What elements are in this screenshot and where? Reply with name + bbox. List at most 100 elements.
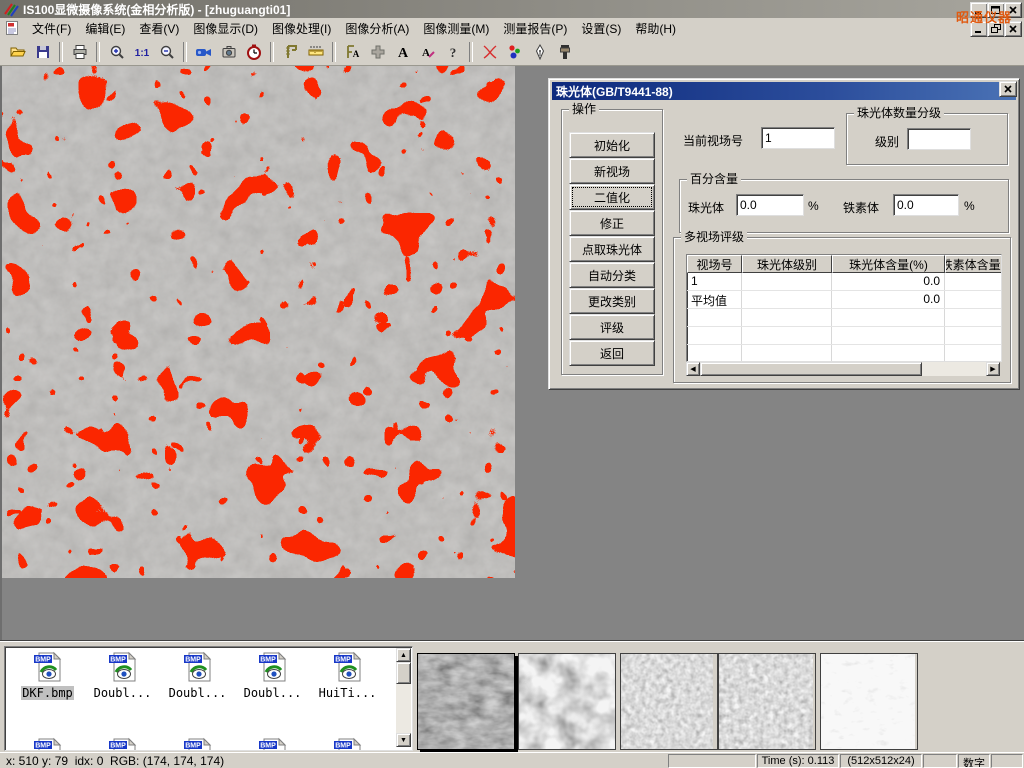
classify-button[interactable] bbox=[502, 40, 527, 63]
cell-ferrite-content bbox=[945, 273, 1002, 290]
text-edit-button[interactable]: A bbox=[415, 40, 440, 63]
header-ferrite-content[interactable]: 铁素体含量(%) bbox=[945, 255, 1002, 273]
menu-image-processing[interactable]: 图像处理(I) bbox=[265, 18, 338, 39]
mdi-restore-button[interactable] bbox=[987, 21, 1005, 37]
thumbnail-3[interactable] bbox=[620, 653, 718, 750]
maximize-button[interactable] bbox=[987, 2, 1005, 18]
change-class-button[interactable]: 更改类别 bbox=[569, 288, 655, 314]
zoom-out-button[interactable] bbox=[154, 40, 179, 63]
toolbar-separator bbox=[59, 42, 63, 62]
new-field-button[interactable]: 新视场 bbox=[569, 158, 655, 184]
status-pane-time: Time (s): 0.113 bbox=[757, 754, 839, 768]
scroll-up-button[interactable]: ▲ bbox=[396, 648, 411, 662]
menu-image-display[interactable]: 图像显示(D) bbox=[186, 18, 265, 39]
grid-button[interactable] bbox=[365, 40, 390, 63]
binarize-button[interactable]: 二值化 bbox=[569, 184, 655, 210]
header-pearlite-grade[interactable]: 珠光体级别 bbox=[742, 255, 832, 273]
cell-ferrite-content bbox=[945, 291, 1002, 308]
brush-button[interactable] bbox=[552, 40, 577, 63]
thumbnail-4[interactable] bbox=[718, 653, 816, 750]
auto-classify-button[interactable]: 自动分类 bbox=[569, 262, 655, 288]
mdi-close-button[interactable] bbox=[1004, 21, 1022, 37]
header-field-no[interactable]: 视场号 bbox=[687, 255, 742, 273]
file-name: DKF.bmp bbox=[21, 686, 74, 700]
video-camera-button[interactable] bbox=[191, 40, 216, 63]
ferrite-value-input[interactable] bbox=[893, 194, 959, 216]
save-button[interactable] bbox=[30, 40, 55, 63]
menu-settings[interactable]: 设置(S) bbox=[574, 18, 628, 39]
ruler-button[interactable] bbox=[303, 40, 328, 63]
capture-button[interactable] bbox=[216, 40, 241, 63]
file-item[interactable]: DKF.bmp bbox=[11, 651, 84, 700]
pearlite-value-input[interactable] bbox=[736, 194, 804, 216]
initialize-button[interactable]: 初始化 bbox=[569, 132, 655, 158]
current-field-input[interactable] bbox=[761, 127, 835, 149]
menu-help[interactable]: 帮助(H) bbox=[628, 18, 683, 39]
file-item[interactable] bbox=[86, 737, 159, 751]
curve-button[interactable] bbox=[477, 40, 502, 63]
menu-image-measure[interactable]: 图像测量(M) bbox=[416, 18, 496, 39]
operations-group-label: 操作 bbox=[569, 102, 599, 116]
toolbar: 1:1 A A A bbox=[0, 38, 1024, 66]
dialog-close-button[interactable] bbox=[999, 81, 1017, 97]
text-button[interactable]: A bbox=[390, 40, 415, 63]
grade-button[interactable]: 评级 bbox=[569, 314, 655, 340]
mdi-minimize-button[interactable] bbox=[970, 21, 988, 37]
file-item[interactable]: Doubl... bbox=[236, 651, 309, 700]
menu-image-analysis[interactable]: 图像分析(A) bbox=[338, 18, 416, 39]
file-list[interactable]: DKF.bmp Doubl... Doubl... Doubl... HuiTi… bbox=[4, 646, 413, 751]
curve-icon bbox=[481, 44, 499, 60]
actual-size-button[interactable]: 1:1 bbox=[129, 40, 154, 63]
timer-button[interactable] bbox=[241, 40, 266, 63]
scroll-right-button[interactable]: ▶ bbox=[986, 362, 1000, 376]
menu-view[interactable]: 查看(V) bbox=[132, 18, 186, 39]
file-item[interactable]: Doubl... bbox=[161, 651, 234, 700]
menu-edit[interactable]: 编辑(E) bbox=[78, 18, 132, 39]
hscroll-track[interactable] bbox=[922, 362, 986, 376]
pick-pearlite-button[interactable]: 点取珠光体 bbox=[569, 236, 655, 262]
file-item[interactable] bbox=[11, 737, 84, 751]
return-button[interactable]: 返回 bbox=[569, 340, 655, 366]
menu-measure-report[interactable]: 测量报告(P) bbox=[496, 18, 574, 39]
table-hscrollbar[interactable]: ◀ ▶ bbox=[686, 362, 1000, 376]
caliper-button[interactable] bbox=[278, 40, 303, 63]
file-name: Doubl... bbox=[93, 686, 153, 700]
vscroll-thumb[interactable] bbox=[396, 662, 411, 684]
help-button[interactable]: ? bbox=[440, 40, 465, 63]
table-row[interactable]: 1 0.0 bbox=[687, 273, 1001, 291]
specimen-image[interactable] bbox=[2, 66, 515, 578]
table-row[interactable]: 平均值 0.0 bbox=[687, 291, 1001, 309]
close-button[interactable] bbox=[1004, 2, 1022, 18]
print-button[interactable] bbox=[67, 40, 92, 63]
open-button[interactable] bbox=[5, 40, 30, 63]
zoom-in-icon bbox=[109, 44, 125, 60]
minimize-button[interactable] bbox=[970, 2, 988, 18]
file-item[interactable]: Doubl... bbox=[86, 651, 159, 700]
status-pane-empty bbox=[923, 754, 957, 768]
header-pearlite-content[interactable]: 珠光体含量(%) bbox=[832, 255, 945, 273]
scroll-left-button[interactable]: ◀ bbox=[686, 362, 700, 376]
thumbnail-1[interactable] bbox=[417, 653, 515, 750]
measure-text-button[interactable]: A bbox=[340, 40, 365, 63]
file-item[interactable]: HuiTi... bbox=[311, 651, 384, 700]
file-name: Doubl... bbox=[168, 686, 228, 700]
pen-button[interactable] bbox=[527, 40, 552, 63]
thumbnail-2[interactable] bbox=[518, 653, 616, 750]
file-item[interactable] bbox=[311, 737, 384, 751]
correct-button[interactable]: 修正 bbox=[569, 210, 655, 236]
hscroll-thumb[interactable] bbox=[700, 362, 922, 376]
file-list-scrollbar[interactable]: ▲ ▼ bbox=[396, 648, 411, 747]
scroll-down-button[interactable]: ▼ bbox=[396, 733, 411, 747]
level-input[interactable] bbox=[907, 128, 971, 150]
menu-file[interactable]: 文件(F) bbox=[25, 18, 78, 39]
current-field-label: 当前视场号 bbox=[683, 132, 743, 149]
multifield-table[interactable]: 视场号 珠光体级别 珠光体含量(%) 铁素体含量(%) 1 0.0 平均值 bbox=[686, 254, 1002, 362]
percentage-group-label: 百分含量 bbox=[687, 172, 741, 186]
file-item[interactable] bbox=[161, 737, 234, 751]
file-item[interactable] bbox=[236, 737, 309, 751]
menu-bar: 文件(F) 编辑(E) 查看(V) 图像显示(D) 图像处理(I) 图像分析(A… bbox=[0, 18, 1024, 38]
zoom-in-button[interactable] bbox=[104, 40, 129, 63]
thumbnail-5[interactable] bbox=[820, 653, 918, 750]
bmp-file-icon bbox=[332, 651, 364, 683]
toolbar-separator bbox=[183, 42, 187, 62]
